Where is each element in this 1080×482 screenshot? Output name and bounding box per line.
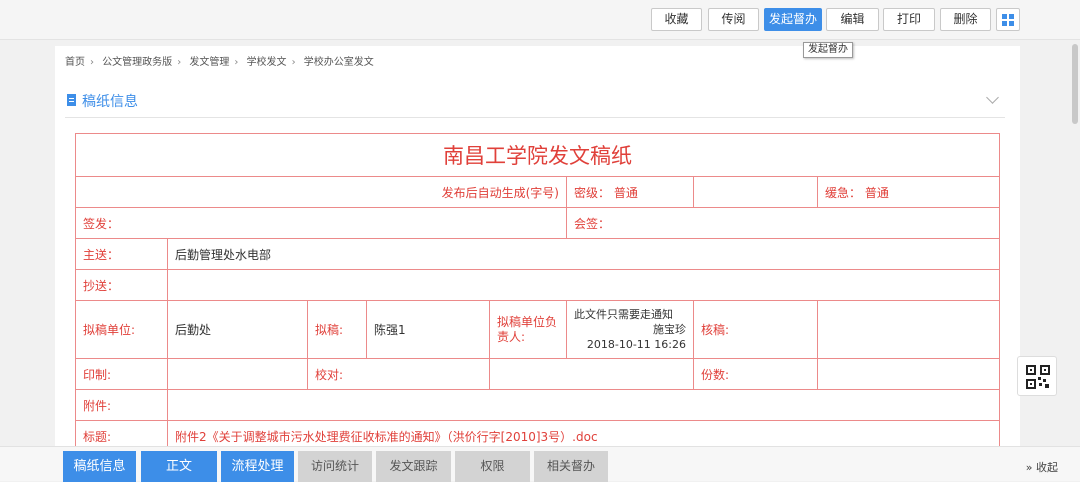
qr-code-button[interactable] [1017, 356, 1057, 396]
copies-label: 份数: [693, 358, 818, 390]
draft-unit-value: 后勤处 [167, 300, 308, 359]
collapse-button[interactable]: » 收起 [1026, 459, 1058, 475]
review-label: 核稿: [693, 300, 818, 359]
tab-process[interactable]: 流程处理 [221, 451, 294, 482]
urgency: 缓急： 普通 [817, 176, 1000, 208]
review-value [817, 300, 1000, 359]
urgency-value: 普通 [864, 185, 889, 200]
copies-value [817, 358, 1000, 390]
blank-cell [693, 176, 818, 208]
urgency-label: 缓急： [825, 185, 862, 200]
unit-head-note: 此文件只需要走通知 [574, 308, 673, 321]
circulate-button[interactable]: 传阅 [708, 8, 759, 31]
attach-value [167, 389, 1000, 421]
cc-label: 抄送： [75, 269, 168, 301]
supervision-tooltip: 发起督办 [803, 42, 853, 58]
main-panel: 首页 › 公文管理政务版 › 发文管理 › 学校发文 › 学校办公室发文 稿纸信息 南昌… [55, 46, 1020, 446]
send-to-value: 后勤管理处水电部 [167, 238, 1000, 270]
breadcrumb-home[interactable]: 首页 [65, 57, 85, 68]
delete-button[interactable]: 删除 [940, 8, 991, 31]
breadcrumb-outgoing[interactable]: 发文管理 [189, 57, 229, 68]
tab-related-supervision[interactable]: 相关督办 [534, 451, 608, 482]
cc-value [167, 269, 1000, 301]
draft-unit-label: 拟稿单位: [75, 300, 168, 359]
bottom-tab-bar: 稿纸信息 正文 流程处理 访问统计 发文跟踪 权限 相关督办 » 收起 [0, 446, 1080, 482]
unit-head-name: 施宝珍 [653, 323, 686, 336]
unit-head-time: 2018-10-11 16:26 [586, 338, 686, 351]
drafter-label: 拟稿: [307, 300, 367, 359]
proof-value [489, 358, 694, 390]
unit-head-approval: 此文件只需要走通知 施宝珍 2018-10-11 16:26 [566, 300, 694, 359]
collapse-label: 收起 [1036, 461, 1058, 474]
countersign-label: 会签： [566, 207, 1000, 239]
form-title: 南昌工学院发文稿纸 [75, 133, 1000, 177]
section-header: 稿纸信息 [65, 90, 1005, 118]
doc-number: 发布后自动生成(字号) [75, 176, 567, 208]
print-value [167, 358, 308, 390]
secret-label: 密级： [574, 185, 611, 200]
section-title: 稿纸信息 [82, 94, 138, 110]
start-supervision-button[interactable]: 发起督办 [764, 8, 822, 31]
tab-draft-info[interactable]: 稿纸信息 [63, 451, 136, 482]
print-label: 印制: [75, 358, 168, 390]
document-icon [67, 94, 76, 106]
secret-value: 普通 [613, 185, 638, 200]
subject-label: 标题: [75, 420, 168, 446]
drafter-value: 陈强1 [366, 300, 490, 359]
print-button[interactable]: 打印 [883, 8, 935, 31]
draft-form: 南昌工学院发文稿纸 发布后自动生成(字号) 密级： 普通 缓急： 普通 签发： … [75, 133, 1000, 446]
attach-label: 附件: [75, 389, 168, 421]
top-toolbar: 收藏 传阅 发起督办 编辑 打印 删除 [0, 0, 1080, 40]
qr-code-icon [1026, 365, 1050, 389]
unit-head-label: 拟稿单位负责人: [489, 300, 567, 359]
breadcrumb-current: 学校办公室发文 [303, 57, 374, 68]
tab-main-text[interactable]: 正文 [141, 451, 217, 482]
favorite-button[interactable]: 收藏 [651, 8, 702, 31]
scrollbar-thumb[interactable] [1072, 44, 1078, 124]
double-chevron-right-icon: » [1025, 461, 1033, 474]
send-to-label: 主送： [75, 238, 168, 270]
grid-icon[interactable] [996, 8, 1020, 31]
breadcrumb-gov-docs[interactable]: 公文管理政务版 [102, 57, 172, 68]
secret-level: 密级： 普通 [566, 176, 694, 208]
sign-label: 签发： [75, 207, 567, 239]
tab-permissions[interactable]: 权限 [455, 451, 530, 482]
subject-attachment-link[interactable]: 附件2《关于调整城市污水处理费征收标准的通知》（洪价行字[2010]3号）.do… [167, 420, 1000, 446]
edit-button[interactable]: 编辑 [826, 8, 879, 31]
breadcrumb: 首页 › 公文管理政务版 › 发文管理 › 学校发文 › 学校办公室发文 [65, 57, 374, 68]
chevron-down-icon[interactable] [986, 91, 999, 104]
breadcrumb-school-outgoing[interactable]: 学校发文 [247, 57, 287, 68]
tab-visit-stats[interactable]: 访问统计 [298, 451, 372, 482]
proof-label: 校对: [307, 358, 490, 390]
tab-doc-tracking[interactable]: 发文跟踪 [376, 451, 451, 482]
